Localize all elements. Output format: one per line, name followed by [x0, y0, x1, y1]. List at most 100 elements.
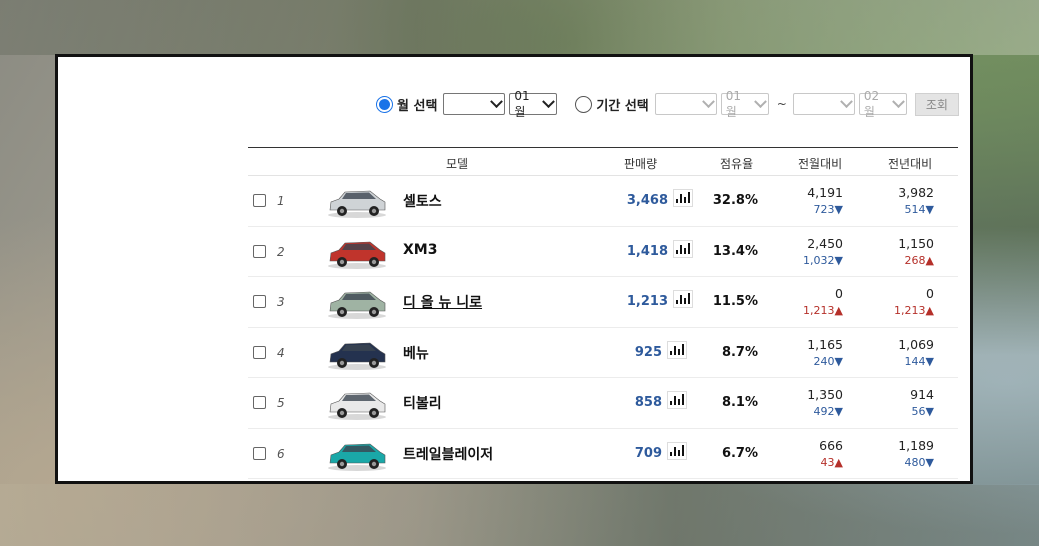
row-yoy-value: 1,150: [898, 235, 934, 251]
bar-chart-icon[interactable]: [667, 441, 687, 460]
bar-chart-icon[interactable]: [667, 391, 687, 409]
header-yoy: 전년대비: [888, 157, 933, 171]
row-mom-value: 2,450: [807, 235, 843, 251]
bar-chart-icon[interactable]: [673, 290, 693, 308]
row-rank: 5: [277, 396, 285, 410]
search-button[interactable]: 조회: [914, 92, 959, 116]
period-radio[interactable]: [575, 95, 593, 113]
table-row[interactable]: 4 베뉴 925 8.7% 1,165 240▼ 1,069 144▼: [248, 328, 958, 378]
chevron-down-icon: [490, 94, 504, 108]
row-share: 32.8%: [712, 193, 758, 208]
row-yoy-diff: 144▼: [904, 354, 934, 368]
row-mom-diff: 1,032▼: [803, 253, 843, 267]
row-model-name: 셀토스: [403, 194, 442, 210]
filter-bar: 월 선택 01월 기간 선택 01월 ~ 02월 조회: [376, 89, 959, 119]
row-yoy-diff: 268▲: [904, 253, 934, 267]
car-thumbnail-icon[interactable]: [326, 385, 388, 421]
period-end-month-select[interactable]: 02월: [858, 89, 907, 119]
row-share: 8.1%: [721, 395, 758, 410]
row-share: 11.5%: [712, 294, 758, 309]
row-checkbox[interactable]: [253, 194, 266, 207]
header-mom: 전월대비: [798, 157, 843, 171]
row-share: 8.7%: [721, 344, 758, 360]
row-mom-value: 0: [835, 286, 843, 301]
row-model-name: 트레일블레이저: [403, 446, 494, 463]
chevron-down-icon: [542, 94, 556, 108]
background-right: [972, 55, 1039, 485]
row-checkbox[interactable]: [253, 295, 266, 308]
row-sales: 925: [634, 344, 662, 360]
row-yoy-value: 1,189: [898, 437, 934, 453]
month-select[interactable]: 01월: [509, 89, 558, 119]
period-end-year-select[interactable]: [792, 93, 855, 115]
row-checkbox[interactable]: [253, 446, 266, 460]
table-row[interactable]: 2 XM3 1,418 13.4% 2,450 1,032▼ 1,150 268…: [248, 227, 958, 277]
row-mom-diff: 43▲: [820, 455, 843, 469]
row-yoy-value: 1,069: [898, 336, 934, 352]
header-share: 점유율: [720, 157, 754, 171]
row-checkbox[interactable]: [253, 345, 266, 359]
car-thumbnail-icon[interactable]: [326, 284, 388, 320]
row-yoy-value: 914: [910, 387, 934, 402]
row-yoy-diff: 1,213▲: [894, 304, 934, 317]
bar-chart-icon[interactable]: [667, 340, 687, 359]
chevron-down-icon: [892, 94, 905, 108]
row-yoy-diff: 56▼: [911, 405, 934, 418]
sales-ranking-panel: 월 선택 01월 기간 선택 01월 ~ 02월 조회 모델 판매량 점유율 전…: [55, 54, 973, 484]
table-row[interactable]: 5 티볼리 858 8.1% 1,350 492▼ 914 56▼: [248, 378, 958, 429]
period-label: 기간 선택: [596, 98, 649, 114]
row-mom-value: 4,191: [807, 185, 843, 200]
chevron-down-icon: [753, 94, 767, 108]
period-separator: ~: [776, 97, 787, 111]
month-year-select[interactable]: [443, 93, 506, 115]
row-yoy-value: 3,982: [898, 185, 934, 200]
period-start-month-select[interactable]: 01월: [720, 89, 769, 119]
row-mom-diff: 723▼: [813, 203, 843, 216]
row-sales: 1,418: [626, 243, 668, 259]
row-yoy-diff: 514▼: [904, 203, 934, 216]
row-yoy-value: 0: [926, 286, 934, 301]
row-sales: 858: [634, 395, 662, 410]
month-label: 월 선택: [397, 98, 438, 114]
chevron-down-icon: [839, 94, 853, 108]
row-share: 6.7%: [721, 445, 758, 461]
row-checkbox[interactable]: [253, 396, 266, 409]
row-rank: 6: [277, 446, 285, 461]
row-rank: 3: [277, 295, 285, 309]
row-sales: 709: [634, 445, 662, 461]
row-model-name: 베뉴: [403, 345, 429, 362]
sales-table: 모델 판매량 점유율 전월대비 전년대비 1 셀토스 3,468 32.8% 4…: [248, 147, 958, 479]
background-top: [0, 0, 1039, 55]
row-rank: 4: [277, 345, 285, 360]
row-rank: 1: [277, 194, 285, 208]
header-sales: 판매량: [624, 157, 658, 171]
row-rank: 2: [277, 244, 285, 259]
row-checkbox[interactable]: [253, 244, 266, 258]
car-thumbnail-icon[interactable]: [326, 335, 388, 371]
car-thumbnail-icon[interactable]: [326, 234, 388, 270]
row-mom-diff: 492▼: [813, 405, 843, 418]
table-header: 모델 판매량 점유율 전월대비 전년대비: [248, 147, 958, 176]
row-model-name[interactable]: 디 올 뉴 니로: [403, 292, 482, 312]
row-yoy-diff: 480▼: [904, 455, 934, 469]
month-radio[interactable]: [376, 95, 393, 113]
row-model-name: 티볼리: [403, 396, 442, 412]
row-mom-value: 1,350: [807, 387, 843, 402]
table-body: 1 셀토스 3,468 32.8% 4,191 723▼ 3,982 514▼ …: [248, 176, 958, 479]
row-mom-diff: 240▼: [813, 354, 843, 368]
period-start-year-select[interactable]: [654, 93, 717, 115]
table-row[interactable]: 3 디 올 뉴 니로 1,213 11.5% 0 1,213▲ 0 1,213▲: [248, 277, 958, 328]
row-mom-diff: 1,213▲: [803, 304, 843, 317]
car-thumbnail-icon[interactable]: [326, 183, 388, 219]
car-thumbnail-icon[interactable]: [326, 436, 388, 472]
row-mom-value: 1,165: [807, 336, 843, 352]
row-sales: 1,213: [626, 294, 668, 309]
bar-chart-icon[interactable]: [673, 239, 693, 258]
bar-chart-icon[interactable]: [673, 189, 693, 207]
row-mom-value: 666: [819, 437, 843, 453]
header-model: 모델: [446, 157, 469, 171]
row-share: 13.4%: [712, 243, 758, 259]
table-row[interactable]: 6 트레일블레이저 709 6.7% 666 43▲ 1,189 480▼: [248, 429, 958, 479]
table-row[interactable]: 1 셀토스 3,468 32.8% 4,191 723▼ 3,982 514▼: [248, 176, 958, 227]
background-bottom: [0, 484, 1039, 546]
